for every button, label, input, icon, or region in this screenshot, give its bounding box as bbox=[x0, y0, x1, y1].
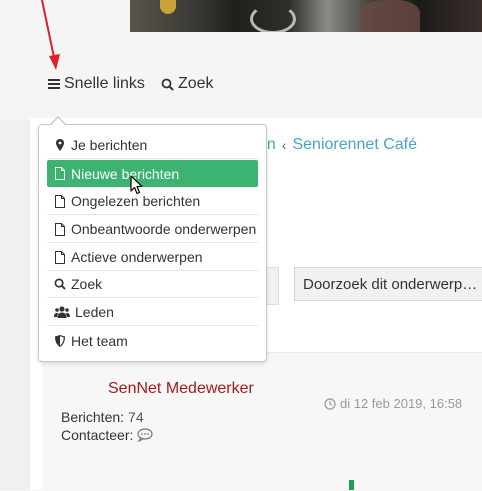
search-icon bbox=[161, 78, 174, 91]
menu-item-label: Ongelezen berichten bbox=[71, 193, 201, 209]
posts-count[interactable]: 74 bbox=[128, 409, 144, 425]
mouse-cursor-icon bbox=[130, 175, 143, 195]
menu-item-label: Nieuwe berichten bbox=[71, 165, 180, 182]
bars-icon bbox=[48, 79, 60, 89]
menu-item-actieve-onderwerpen[interactable]: Actieve onderwerpen bbox=[47, 244, 258, 271]
quick-links-button[interactable]: Snelle links bbox=[48, 75, 145, 93]
users-icon bbox=[54, 305, 70, 319]
file-icon bbox=[54, 167, 66, 181]
post-author-link[interactable]: SenNet Medewerker bbox=[108, 380, 254, 398]
breadcrumb-forum-link[interactable]: Seniorennet Café bbox=[292, 136, 417, 154]
file-icon bbox=[54, 222, 66, 236]
menu-item-je-berichten[interactable]: Je berichten bbox=[47, 132, 258, 159]
menu-item-label: Het team bbox=[71, 332, 128, 349]
menu-item-het-team[interactable]: Het team bbox=[47, 327, 258, 354]
file-icon bbox=[54, 194, 66, 208]
banner-detail bbox=[360, 0, 420, 32]
menu-item-label: Onbeantwoorde onderwerpen bbox=[71, 221, 257, 237]
clock-icon bbox=[324, 397, 336, 410]
posts-count-row: Berichten: 74 bbox=[61, 409, 144, 425]
shield-icon bbox=[54, 334, 66, 348]
menu-item-ongelezen-berichten[interactable]: Ongelezen berichten bbox=[47, 188, 258, 215]
search-link[interactable]: Zoek bbox=[161, 75, 214, 93]
menu-item-label: Je berichten bbox=[71, 137, 148, 153]
search-link-label: Zoek bbox=[177, 75, 214, 92]
post-date-text: di 12 feb 2019, 16:58 bbox=[340, 396, 463, 411]
quick-links-label: Snelle links bbox=[64, 75, 145, 92]
menu-item-label: Leden bbox=[75, 304, 114, 320]
annotation-arrow bbox=[41, 0, 60, 70]
breadcrumb: en ‹ Seniorennet Café bbox=[258, 136, 417, 154]
map-marker-icon bbox=[54, 138, 66, 152]
post-accent-bar bbox=[349, 480, 354, 490]
posts-label: Berichten: bbox=[61, 409, 125, 425]
contact-label: Contacteer: bbox=[61, 427, 134, 443]
dropdown-caret-inner bbox=[50, 118, 66, 126]
file-icon bbox=[54, 250, 66, 264]
menu-item-onbeantwoorde-onderwerpen[interactable]: Onbeantwoorde onderwerpen bbox=[47, 216, 258, 243]
quick-links-dropdown: Je berichten Nieuwe berichten Ongelezen … bbox=[38, 124, 267, 362]
menu-item-zoek[interactable]: Zoek bbox=[47, 271, 258, 298]
menu-item-nieuwe-berichten[interactable]: Nieuwe berichten bbox=[47, 160, 258, 187]
quick-nav-bar: Snelle links Zoek bbox=[48, 72, 214, 96]
banner-detail bbox=[250, 4, 296, 32]
comment-icon[interactable] bbox=[137, 428, 153, 442]
menu-item-leden[interactable]: Leden bbox=[47, 299, 258, 326]
breadcrumb-separator: ‹ bbox=[281, 137, 287, 153]
menu-item-label: Zoek bbox=[71, 276, 103, 292]
page-gutter bbox=[0, 120, 30, 490]
post-date: di 12 feb 2019, 16:58 bbox=[324, 396, 462, 411]
topic-search-input[interactable]: Doorzoek dit onderwerp… bbox=[294, 267, 482, 301]
header-banner-image bbox=[130, 0, 482, 32]
contact-row: Contacteer: bbox=[61, 427, 153, 443]
menu-item-label: Actieve onderwerpen bbox=[71, 249, 203, 265]
search-icon bbox=[54, 277, 66, 291]
banner-detail bbox=[160, 0, 176, 14]
